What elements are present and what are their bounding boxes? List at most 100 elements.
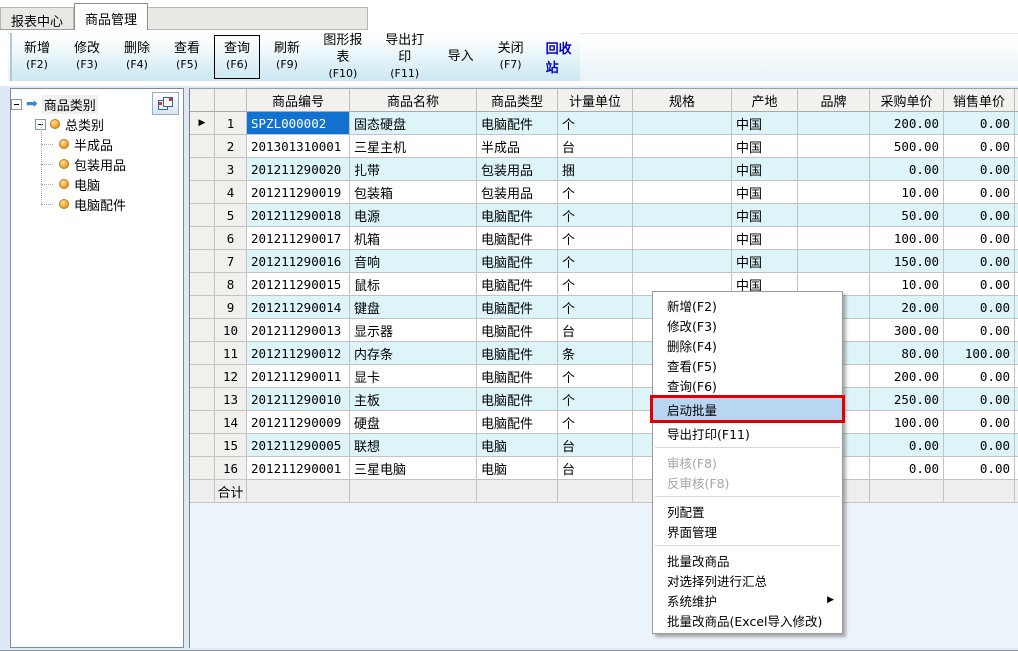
- cell-type[interactable]: 电脑配件: [477, 227, 558, 250]
- cell-brand[interactable]: [798, 227, 870, 250]
- menu-item-导出打印(F11)[interactable]: 导出打印(F11): [653, 423, 842, 443]
- cell-sell[interactable]: 0.00: [944, 135, 1015, 158]
- cell-name[interactable]: 键盘: [350, 296, 477, 319]
- toolbar-button-导出打印[interactable]: 导出打印(F11): [376, 35, 434, 79]
- tree-node-group[interactable]: 总类别: [11, 114, 183, 134]
- row-number-cell[interactable]: 16: [215, 457, 247, 480]
- cell-code[interactable]: 201211290017: [247, 227, 350, 250]
- cell-sell[interactable]: 0.00: [944, 319, 1015, 342]
- cell-type[interactable]: 电脑: [477, 457, 558, 480]
- menu-item-界面管理[interactable]: 界面管理: [653, 521, 842, 541]
- tree-node-电脑[interactable]: 电脑: [11, 174, 183, 194]
- grid-header-sel[interactable]: [190, 89, 215, 112]
- menu-item-对选择列进行汇总[interactable]: 对选择列进行汇总: [653, 570, 842, 590]
- row-selector-cell[interactable]: [190, 365, 215, 388]
- cell-type[interactable]: 包装用品: [477, 181, 558, 204]
- cell-buy[interactable]: 10.00: [870, 181, 944, 204]
- menu-item-查看(F5)[interactable]: 查看(F5): [653, 355, 842, 375]
- cell-name[interactable]: 音响: [350, 250, 477, 273]
- cell-name[interactable]: 三星主机: [350, 135, 477, 158]
- cell-buy[interactable]: 0.00: [870, 457, 944, 480]
- cell-code[interactable]: 201211290001: [247, 457, 350, 480]
- tree-node-半成品[interactable]: 半成品: [11, 134, 183, 154]
- grid-header-品牌[interactable]: 品牌: [798, 89, 870, 112]
- grid-header-产地[interactable]: 产地: [732, 89, 798, 112]
- cell-spec[interactable]: [633, 204, 732, 227]
- cell-type[interactable]: 电脑配件: [477, 250, 558, 273]
- row-number-cell[interactable]: 1: [215, 112, 247, 135]
- cell-code[interactable]: 201211290015: [247, 273, 350, 296]
- cell-name[interactable]: 电源: [350, 204, 477, 227]
- cell-code[interactable]: 201301310001: [247, 135, 350, 158]
- cell-origin[interactable]: 中国: [732, 227, 798, 250]
- cell-name[interactable]: 鼠标: [350, 273, 477, 296]
- cell-brand[interactable]: [798, 181, 870, 204]
- cell-code[interactable]: 201211290013: [247, 319, 350, 342]
- grid-header-商品编号[interactable]: 商品编号: [247, 89, 350, 112]
- row-selector-cell[interactable]: [190, 250, 215, 273]
- cell-type[interactable]: 电脑配件: [477, 273, 558, 296]
- cell-buy[interactable]: 250.00: [870, 388, 944, 411]
- cell-spec[interactable]: [633, 181, 732, 204]
- cell-unit[interactable]: 个: [558, 181, 633, 204]
- cell-code[interactable]: 201211290011: [247, 365, 350, 388]
- cell-code[interactable]: 201211290019: [247, 181, 350, 204]
- cell-type[interactable]: 电脑配件: [477, 319, 558, 342]
- cell-sell[interactable]: 0.00: [944, 158, 1015, 181]
- cell-code[interactable]: 201211290009: [247, 411, 350, 434]
- row-selector-cell[interactable]: [190, 158, 215, 181]
- cell-buy[interactable]: 80.00: [870, 342, 944, 365]
- row-number-cell[interactable]: 3: [215, 158, 247, 181]
- row-number-cell[interactable]: 14: [215, 411, 247, 434]
- dock-panel-button[interactable]: [152, 92, 179, 115]
- row-selector-cell[interactable]: [190, 181, 215, 204]
- cell-sell[interactable]: 0.00: [944, 250, 1015, 273]
- row-selector-cell[interactable]: ▶: [190, 112, 215, 135]
- cell-origin[interactable]: 中国: [732, 204, 798, 227]
- toolbar-button-刷新[interactable]: 刷新(F9): [264, 35, 310, 79]
- cell-type[interactable]: 电脑配件: [477, 388, 558, 411]
- cell-brand[interactable]: [798, 204, 870, 227]
- grid-header-采购单价[interactable]: 采购单价: [870, 89, 944, 112]
- cell-unit[interactable]: 个: [558, 296, 633, 319]
- cell-buy[interactable]: 0.00: [870, 158, 944, 181]
- row-number-cell[interactable]: 12: [215, 365, 247, 388]
- cell-code[interactable]: 201211290010: [247, 388, 350, 411]
- menu-item-启动批量[interactable]: 启动批量: [653, 398, 842, 420]
- grid-header-规格[interactable]: 规格: [633, 89, 732, 112]
- cell-type[interactable]: 电脑配件: [477, 411, 558, 434]
- cell-brand[interactable]: [798, 135, 870, 158]
- menu-item-修改(F3)[interactable]: 修改(F3): [653, 315, 842, 335]
- cell-name[interactable]: 显示器: [350, 319, 477, 342]
- cell-code[interactable]: 201211290005: [247, 434, 350, 457]
- grid-header-销售单价[interactable]: 销售单价: [944, 89, 1015, 112]
- cell-buy[interactable]: 300.00: [870, 319, 944, 342]
- cell-sell[interactable]: 0.00: [944, 296, 1015, 319]
- cell-name[interactable]: 主板: [350, 388, 477, 411]
- cell-sell[interactable]: 0.00: [944, 434, 1015, 457]
- row-selector-cell[interactable]: [190, 388, 215, 411]
- row-selector-cell[interactable]: [190, 135, 215, 158]
- menu-item-删除(F4)[interactable]: 删除(F4): [653, 335, 842, 355]
- row-number-cell[interactable]: 13: [215, 388, 247, 411]
- cell-code[interactable]: 201211290012: [247, 342, 350, 365]
- cell-code[interactable]: SPZL000002: [247, 112, 350, 135]
- cell-spec[interactable]: [633, 250, 732, 273]
- cell-type[interactable]: 半成品: [477, 135, 558, 158]
- cell-sell[interactable]: 0.00: [944, 181, 1015, 204]
- cell-type[interactable]: 电脑配件: [477, 365, 558, 388]
- cell-code[interactable]: 201211290014: [247, 296, 350, 319]
- cell-code[interactable]: 201211290020: [247, 158, 350, 181]
- cell-unit[interactable]: 个: [558, 365, 633, 388]
- cell-code[interactable]: 201211290016: [247, 250, 350, 273]
- cell-sell[interactable]: 0.00: [944, 273, 1015, 296]
- tree-node-包装用品[interactable]: 包装用品: [11, 154, 183, 174]
- cell-unit[interactable]: 台: [558, 319, 633, 342]
- row-selector-cell[interactable]: [190, 273, 215, 296]
- row-number-cell[interactable]: 9: [215, 296, 247, 319]
- row-number-cell[interactable]: 6: [215, 227, 247, 250]
- cell-spec[interactable]: [633, 112, 732, 135]
- cell-sell[interactable]: 0.00: [944, 388, 1015, 411]
- cell-unit[interactable]: 条: [558, 342, 633, 365]
- cell-sell[interactable]: 0.00: [944, 365, 1015, 388]
